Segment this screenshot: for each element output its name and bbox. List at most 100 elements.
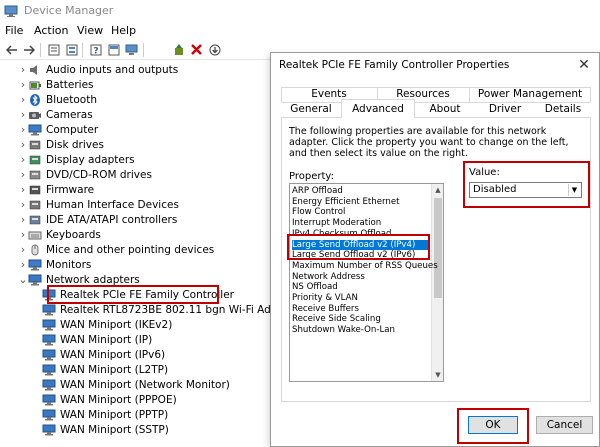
monitor-icon [28, 124, 42, 136]
tree-category[interactable]: › Bluetooth [18, 92, 97, 107]
device-manager-icon [4, 5, 18, 17]
scan-hardware-icon[interactable] [206, 41, 223, 58]
tab-about[interactable]: About [415, 102, 475, 116]
tree-category[interactable]: › Batteries [18, 77, 94, 92]
chevron-right-icon[interactable]: › [18, 93, 28, 106]
tree-category[interactable]: › DVD/CD-ROM drives [18, 167, 152, 182]
close-icon[interactable]: ✕ [575, 56, 593, 74]
update-driver-icon[interactable] [170, 41, 187, 58]
property-highlight-box [287, 234, 430, 260]
tab-row-frame [281, 87, 591, 102]
chevron-right-icon[interactable]: › [18, 243, 28, 256]
scroll-up-icon[interactable]: ▲ [432, 184, 443, 196]
chevron-right-icon[interactable]: › [18, 228, 28, 241]
monitor-icon [28, 259, 42, 271]
properties-icon[interactable] [45, 41, 62, 58]
bluetooth-icon [28, 93, 42, 106]
property-list-item[interactable]: NS Offload [292, 282, 338, 292]
value-dropdown[interactable]: Disabled ▼ [469, 182, 582, 198]
tree-device[interactable]: WAN Miniport (IPv6) [42, 347, 165, 362]
tree-device[interactable]: WAN Miniport (IP) [42, 332, 152, 347]
tree-category[interactable]: › Cameras [18, 107, 93, 122]
tree-category[interactable]: › Keyboards [18, 227, 101, 242]
dvd-icon [28, 169, 42, 181]
ok-button[interactable]: OK [468, 416, 518, 434]
property-listbox[interactable]: ▲ ▼ ARP Offload Energy Efficient Ethernet… [289, 183, 444, 382]
tree-category[interactable]: › Disk drives [18, 137, 104, 152]
display-adapter-icon [28, 154, 42, 166]
help-icon[interactable]: ? [87, 41, 104, 58]
tree-category[interactable]: › Firmware [18, 182, 94, 197]
chevron-right-icon[interactable]: › [18, 63, 28, 76]
tree-device[interactable]: WAN Miniport (L2TP) [42, 362, 168, 377]
controller-icon [28, 214, 42, 226]
tree-item-label: WAN Miniport (Network Monitor) [60, 378, 230, 391]
forward-arrow-icon[interactable] [20, 41, 37, 58]
tree-item-label: Mice and other pointing devices [46, 243, 215, 256]
tree-category[interactable]: › Computer [18, 122, 98, 137]
chevron-right-icon[interactable]: › [18, 213, 28, 226]
menu-view[interactable]: View [77, 24, 103, 37]
list-icon[interactable] [63, 41, 80, 58]
chevron-right-icon[interactable]: › [18, 183, 28, 196]
chevron-right-icon[interactable]: › [18, 123, 28, 136]
chevron-right-icon[interactable]: › [18, 198, 28, 211]
chevron-right-icon[interactable]: › [18, 138, 28, 151]
property-list-item[interactable]: Flow Control [292, 207, 345, 217]
tree-item-label: WAN Miniport (L2TP) [60, 363, 169, 376]
property-list-item[interactable]: Priority & VLAN [292, 293, 358, 303]
tree-category[interactable]: › Display adapters [18, 152, 135, 167]
tree-category[interactable]: › IDE ATA/ATAPI controllers [18, 212, 178, 227]
tree-item-label: Display adapters [46, 153, 135, 166]
property-list-item[interactable]: Shutdown Wake-On-Lan [292, 325, 395, 335]
tab-driver[interactable]: Driver [475, 102, 535, 116]
tab-advanced[interactable]: Advanced [341, 99, 415, 118]
tab-general[interactable]: General [281, 102, 341, 116]
chevron-down-icon[interactable]: ⌄ [18, 273, 28, 286]
property-list-item[interactable]: Energy Efficient Ethernet [292, 197, 400, 207]
property-list-item[interactable]: Network Address [292, 272, 365, 282]
property-list-item[interactable]: Receive Buffers [292, 304, 359, 314]
tree-device[interactable]: WAN Miniport (PPTP) [42, 407, 168, 422]
property-list-item[interactable]: Receive Side Scaling [292, 314, 381, 324]
scroll-down-icon[interactable]: ▼ [432, 369, 443, 381]
console-icon[interactable] [105, 41, 122, 58]
chevron-right-icon[interactable]: › [18, 258, 28, 271]
property-label: Property: [289, 171, 334, 182]
tree-category[interactable]: › Human Interface Devices [18, 197, 179, 212]
camera-icon [28, 109, 42, 121]
property-list-item[interactable]: ARP Offload [292, 186, 343, 196]
tree-device[interactable]: WAN Miniport (PPPOE) [42, 392, 177, 407]
tree-item-label: WAN Miniport (PPTP) [60, 408, 169, 421]
back-arrow-icon[interactable] [3, 41, 20, 58]
menu-file[interactable]: File [5, 24, 23, 37]
tree-device[interactable]: WAN Miniport (SSTP) [42, 422, 169, 437]
tree-category[interactable]: › Mice and other pointing devices [18, 242, 214, 257]
disk-icon [28, 139, 42, 151]
network-adapter-icon [42, 409, 56, 421]
tree-device[interactable]: Realtek RTL8723BE 802.11 bgn Wi-Fi Adapt… [42, 302, 299, 317]
tree-device[interactable]: WAN Miniport (Network Monitor) [42, 377, 230, 392]
property-list-item[interactable]: Interrupt Moderation [292, 218, 381, 228]
chevron-right-icon[interactable]: › [18, 78, 28, 91]
chevron-right-icon[interactable]: › [18, 108, 28, 121]
menu-help[interactable]: Help [111, 24, 136, 37]
network-adapter-icon [42, 424, 56, 436]
tab-details[interactable]: Details [535, 102, 591, 116]
cancel-button[interactable]: Cancel [536, 416, 593, 434]
chevron-down-icon[interactable]: ▼ [568, 184, 580, 196]
tree-device[interactable]: WAN Miniport (IKEv2) [42, 317, 172, 332]
property-scrollbar[interactable]: ▲ ▼ [431, 184, 443, 381]
uninstall-icon[interactable] [188, 41, 205, 58]
tree-category[interactable]: › Monitors [18, 257, 92, 272]
computer-icon[interactable] [123, 41, 140, 58]
scroll-thumb[interactable] [434, 198, 442, 298]
network-adapter-icon [42, 304, 56, 316]
property-list-item[interactable]: Maximum Number of RSS Queues [292, 261, 438, 271]
menu-action[interactable]: Action [34, 24, 68, 37]
tree-category[interactable]: › Audio inputs and outputs [18, 62, 178, 77]
chevron-right-icon[interactable]: › [18, 168, 28, 181]
chevron-right-icon[interactable]: › [18, 153, 28, 166]
tree-item-label: WAN Miniport (IP) [60, 333, 153, 346]
mouse-icon [28, 244, 42, 256]
